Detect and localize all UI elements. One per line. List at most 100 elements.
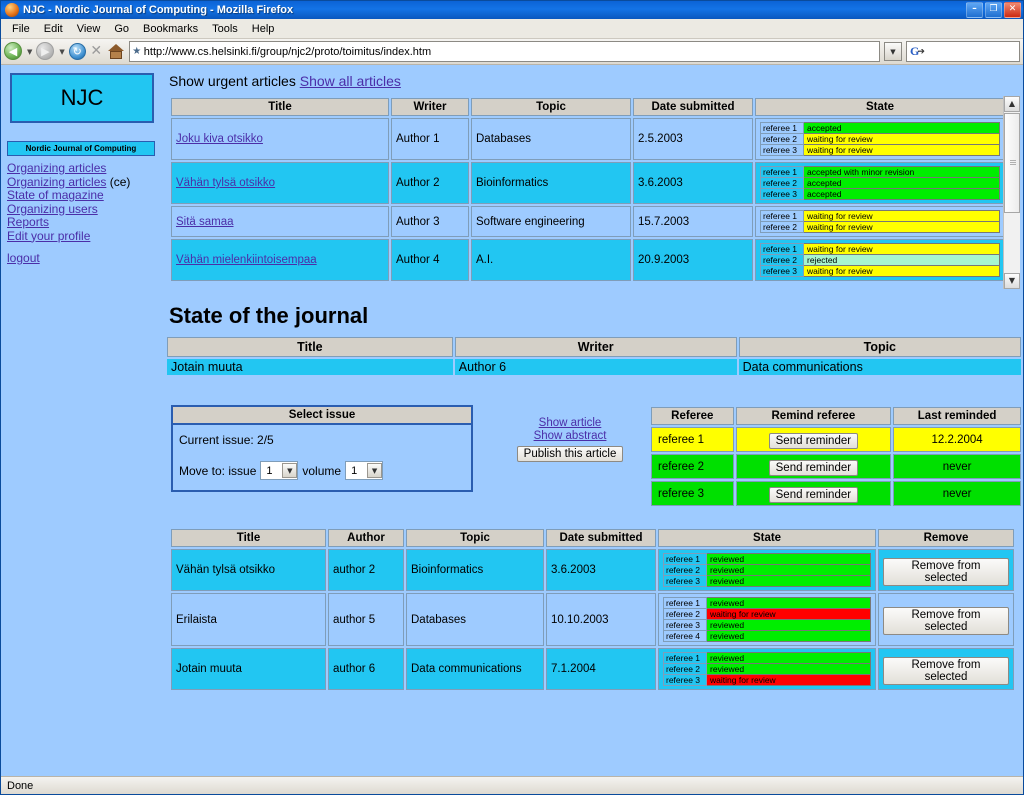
sidebar-link-state-of-magazine[interactable]: State of magazine xyxy=(7,188,104,202)
referee-state-badge: accepted xyxy=(803,188,1000,200)
table-row[interactable]: Joku kiva otsikko Author 1 Databases 2.5.20… xyxy=(171,118,1005,160)
col-state: State xyxy=(755,98,1005,116)
menu-view[interactable]: View xyxy=(70,21,108,37)
back-button[interactable]: ◀ xyxy=(4,42,23,61)
remove-from-selected-button[interactable]: Remove from selected xyxy=(883,656,1009,685)
sidebar-item-logout[interactable]: logout xyxy=(7,251,165,266)
col-last-reminded: Last reminded xyxy=(893,407,1021,425)
scrollbar-vertical[interactable]: ▲ ▼ xyxy=(1003,96,1020,289)
referee-table: Referee Remind referee Last reminded ref… xyxy=(649,405,1023,508)
reload-icon[interactable]: ↻ xyxy=(68,43,86,60)
page-favicon: ★ xyxy=(132,46,142,57)
sidebar-item-organizing-articles-ce[interactable]: Organizing articles (ce) xyxy=(7,175,165,190)
sidebar-link-reports[interactable]: Reports xyxy=(7,215,49,229)
maximize-button[interactable]: ❐ xyxy=(985,2,1002,18)
show-article-link[interactable]: Show article xyxy=(495,417,645,430)
send-reminder-button[interactable]: Send reminder xyxy=(768,433,859,449)
referee-state-badge: accepted with minor revision xyxy=(803,166,1000,178)
forward-button[interactable]: ▶ xyxy=(36,42,55,61)
col-date: Date submitted xyxy=(546,529,656,547)
show-all-articles-link[interactable]: Show all articles xyxy=(300,73,401,89)
referee-state-badge: waiting for review xyxy=(803,221,1000,233)
njc-logo: NJC xyxy=(10,73,154,123)
scrollbar-thumb[interactable] xyxy=(1004,113,1020,213)
menu-edit[interactable]: Edit xyxy=(37,21,70,37)
table-row[interactable]: Jotain muuta Author 6 Data communication… xyxy=(167,359,1021,375)
table-row[interactable]: Jotain muuta author 6 Data communications 7… xyxy=(171,648,1014,690)
article-author-cell: author 2 xyxy=(328,549,404,591)
article-title-cell: Erilaista xyxy=(171,593,326,646)
status-bar: Done xyxy=(1,776,1023,794)
article-title-link[interactable]: Vähän tylsä otsikko xyxy=(176,177,275,189)
table-row[interactable]: Erilaista author 5 Databases 10.10.2003 refe… xyxy=(171,593,1014,646)
article-title-link[interactable]: Sitä samaa xyxy=(176,216,234,228)
remove-from-selected-button[interactable]: Remove from selected xyxy=(883,607,1009,635)
home-icon[interactable] xyxy=(107,43,125,60)
close-button[interactable]: ✕ xyxy=(1004,2,1021,18)
col-topic: Topic xyxy=(406,529,544,547)
sidebar-item-organizing-articles[interactable]: Organizing articles xyxy=(7,161,165,176)
referee-state-row: referee 2 waiting for review xyxy=(759,221,1000,233)
menu-help[interactable]: Help xyxy=(245,21,282,37)
article-topic-cell: Data communications xyxy=(406,648,544,690)
referee-state-row: referee 1 reviewed xyxy=(662,652,871,664)
referee-state-row: referee 2 accepted xyxy=(759,177,1000,189)
minimize-button[interactable]: – xyxy=(966,2,983,18)
referee-state-list: referee 1 accepted referee 2 waiting for re… xyxy=(759,122,1000,156)
send-reminder-button[interactable]: Send reminder xyxy=(768,487,859,503)
referee-label: referee 2 xyxy=(662,564,708,576)
sidebar-link-organizing-users[interactable]: Organizing users xyxy=(7,202,98,216)
sidebar-item-reports[interactable]: Reports xyxy=(7,215,165,230)
send-reminder-button[interactable]: Send reminder xyxy=(768,460,859,476)
referee-state-list: referee 1 reviewed referee 2 reviewed refere… xyxy=(662,553,871,587)
journal-topic: Data communications xyxy=(738,359,1021,375)
article-remove-cell: Remove from selected xyxy=(878,593,1014,646)
article-title-link[interactable]: Joku kiva otsikko xyxy=(176,133,263,145)
referee-state-badge: waiting for review xyxy=(803,265,1000,277)
referee-label: referee 3 xyxy=(759,144,805,156)
article-remove-cell: Remove from selected xyxy=(878,648,1014,690)
selected-articles-section: Title Author Topic Date submitted State … xyxy=(169,527,1023,692)
sidebar-link-logout[interactable]: logout xyxy=(7,251,40,265)
sidebar-link-organizing-articles-ce[interactable]: Organizing articles xyxy=(7,175,106,189)
table-row[interactable]: Vähän tylsä otsikko Author 2 Bioinformatic… xyxy=(171,162,1005,204)
show-abstract-link[interactable]: Show abstract xyxy=(495,430,645,443)
menu-tools[interactable]: Tools xyxy=(205,21,245,37)
urgent-articles-table: Title Writer Topic Date submitted State … xyxy=(169,96,1007,283)
sidebar-item-state-of-magazine[interactable]: State of magazine xyxy=(7,188,165,203)
sidebar-item-organizing-users[interactable]: Organizing users xyxy=(7,202,165,217)
table-row[interactable]: Vähän tylsä otsikko author 2 Bioinformatic… xyxy=(171,549,1014,591)
article-title-link[interactable]: Vähän mielenkiintoisempaa xyxy=(176,254,317,266)
back-history-chevron-down-icon[interactable]: ▼ xyxy=(25,48,34,56)
move-to-label: Move to: issue xyxy=(179,463,257,478)
publish-this-article-button[interactable]: Publish this article xyxy=(516,446,624,462)
urgent-articles-body: Joku kiva otsikko Author 1 Databases 2.5.20… xyxy=(171,118,1005,281)
sidebar-item-edit-your-profile[interactable]: Edit your profile xyxy=(7,229,165,244)
table-row[interactable]: Sitä samaa Author 3 Software engineering 15… xyxy=(171,206,1005,237)
url-text[interactable]: http://www.cs.helsinki.fi/group/njc2/pro… xyxy=(144,46,879,58)
stop-icon[interactable]: ✕ xyxy=(88,43,105,60)
scrollbar-grip-icon xyxy=(1010,160,1016,166)
referee-state-row: referee 1 waiting for review xyxy=(759,243,1000,255)
article-date-cell: 7.1.2004 xyxy=(546,648,656,690)
menu-file[interactable]: File xyxy=(5,21,37,37)
referee-label: referee 1 xyxy=(759,243,805,255)
scroll-down-arrow-icon[interactable]: ▼ xyxy=(1004,273,1020,289)
menu-bookmarks[interactable]: Bookmarks xyxy=(136,21,205,37)
referee-reminder-panel: Referee Remind referee Last reminded ref… xyxy=(649,405,1023,508)
referee-state-row: referee 2 rejected xyxy=(759,254,1000,266)
sidebar-link-organizing-articles[interactable]: Organizing articles xyxy=(7,161,106,175)
sidebar-link-edit-your-profile[interactable]: Edit your profile xyxy=(7,229,90,243)
forward-history-chevron-down-icon[interactable]: ▼ xyxy=(57,48,66,56)
scroll-up-arrow-icon[interactable]: ▲ xyxy=(1004,96,1020,112)
menu-go[interactable]: Go xyxy=(107,21,136,37)
remove-from-selected-button[interactable]: Remove from selected xyxy=(883,557,1009,586)
search-input[interactable]: G ➔ xyxy=(906,41,1020,62)
issue-select[interactable]: 1 ▼ xyxy=(260,461,299,480)
volume-select[interactable]: 1 ▼ xyxy=(345,461,384,480)
referee-state-row: referee 2 reviewed xyxy=(662,663,871,675)
referee-state-row: referee 2 reviewed xyxy=(662,564,871,576)
url-dropdown-chevron-down-icon[interactable]: ▼ xyxy=(884,42,902,61)
url-bar[interactable]: ★ http://www.cs.helsinki.fi/group/njc2/p… xyxy=(128,41,880,62)
table-row[interactable]: Vähän mielenkiintoisempaa Author 4 A.I. 20.… xyxy=(171,239,1005,281)
